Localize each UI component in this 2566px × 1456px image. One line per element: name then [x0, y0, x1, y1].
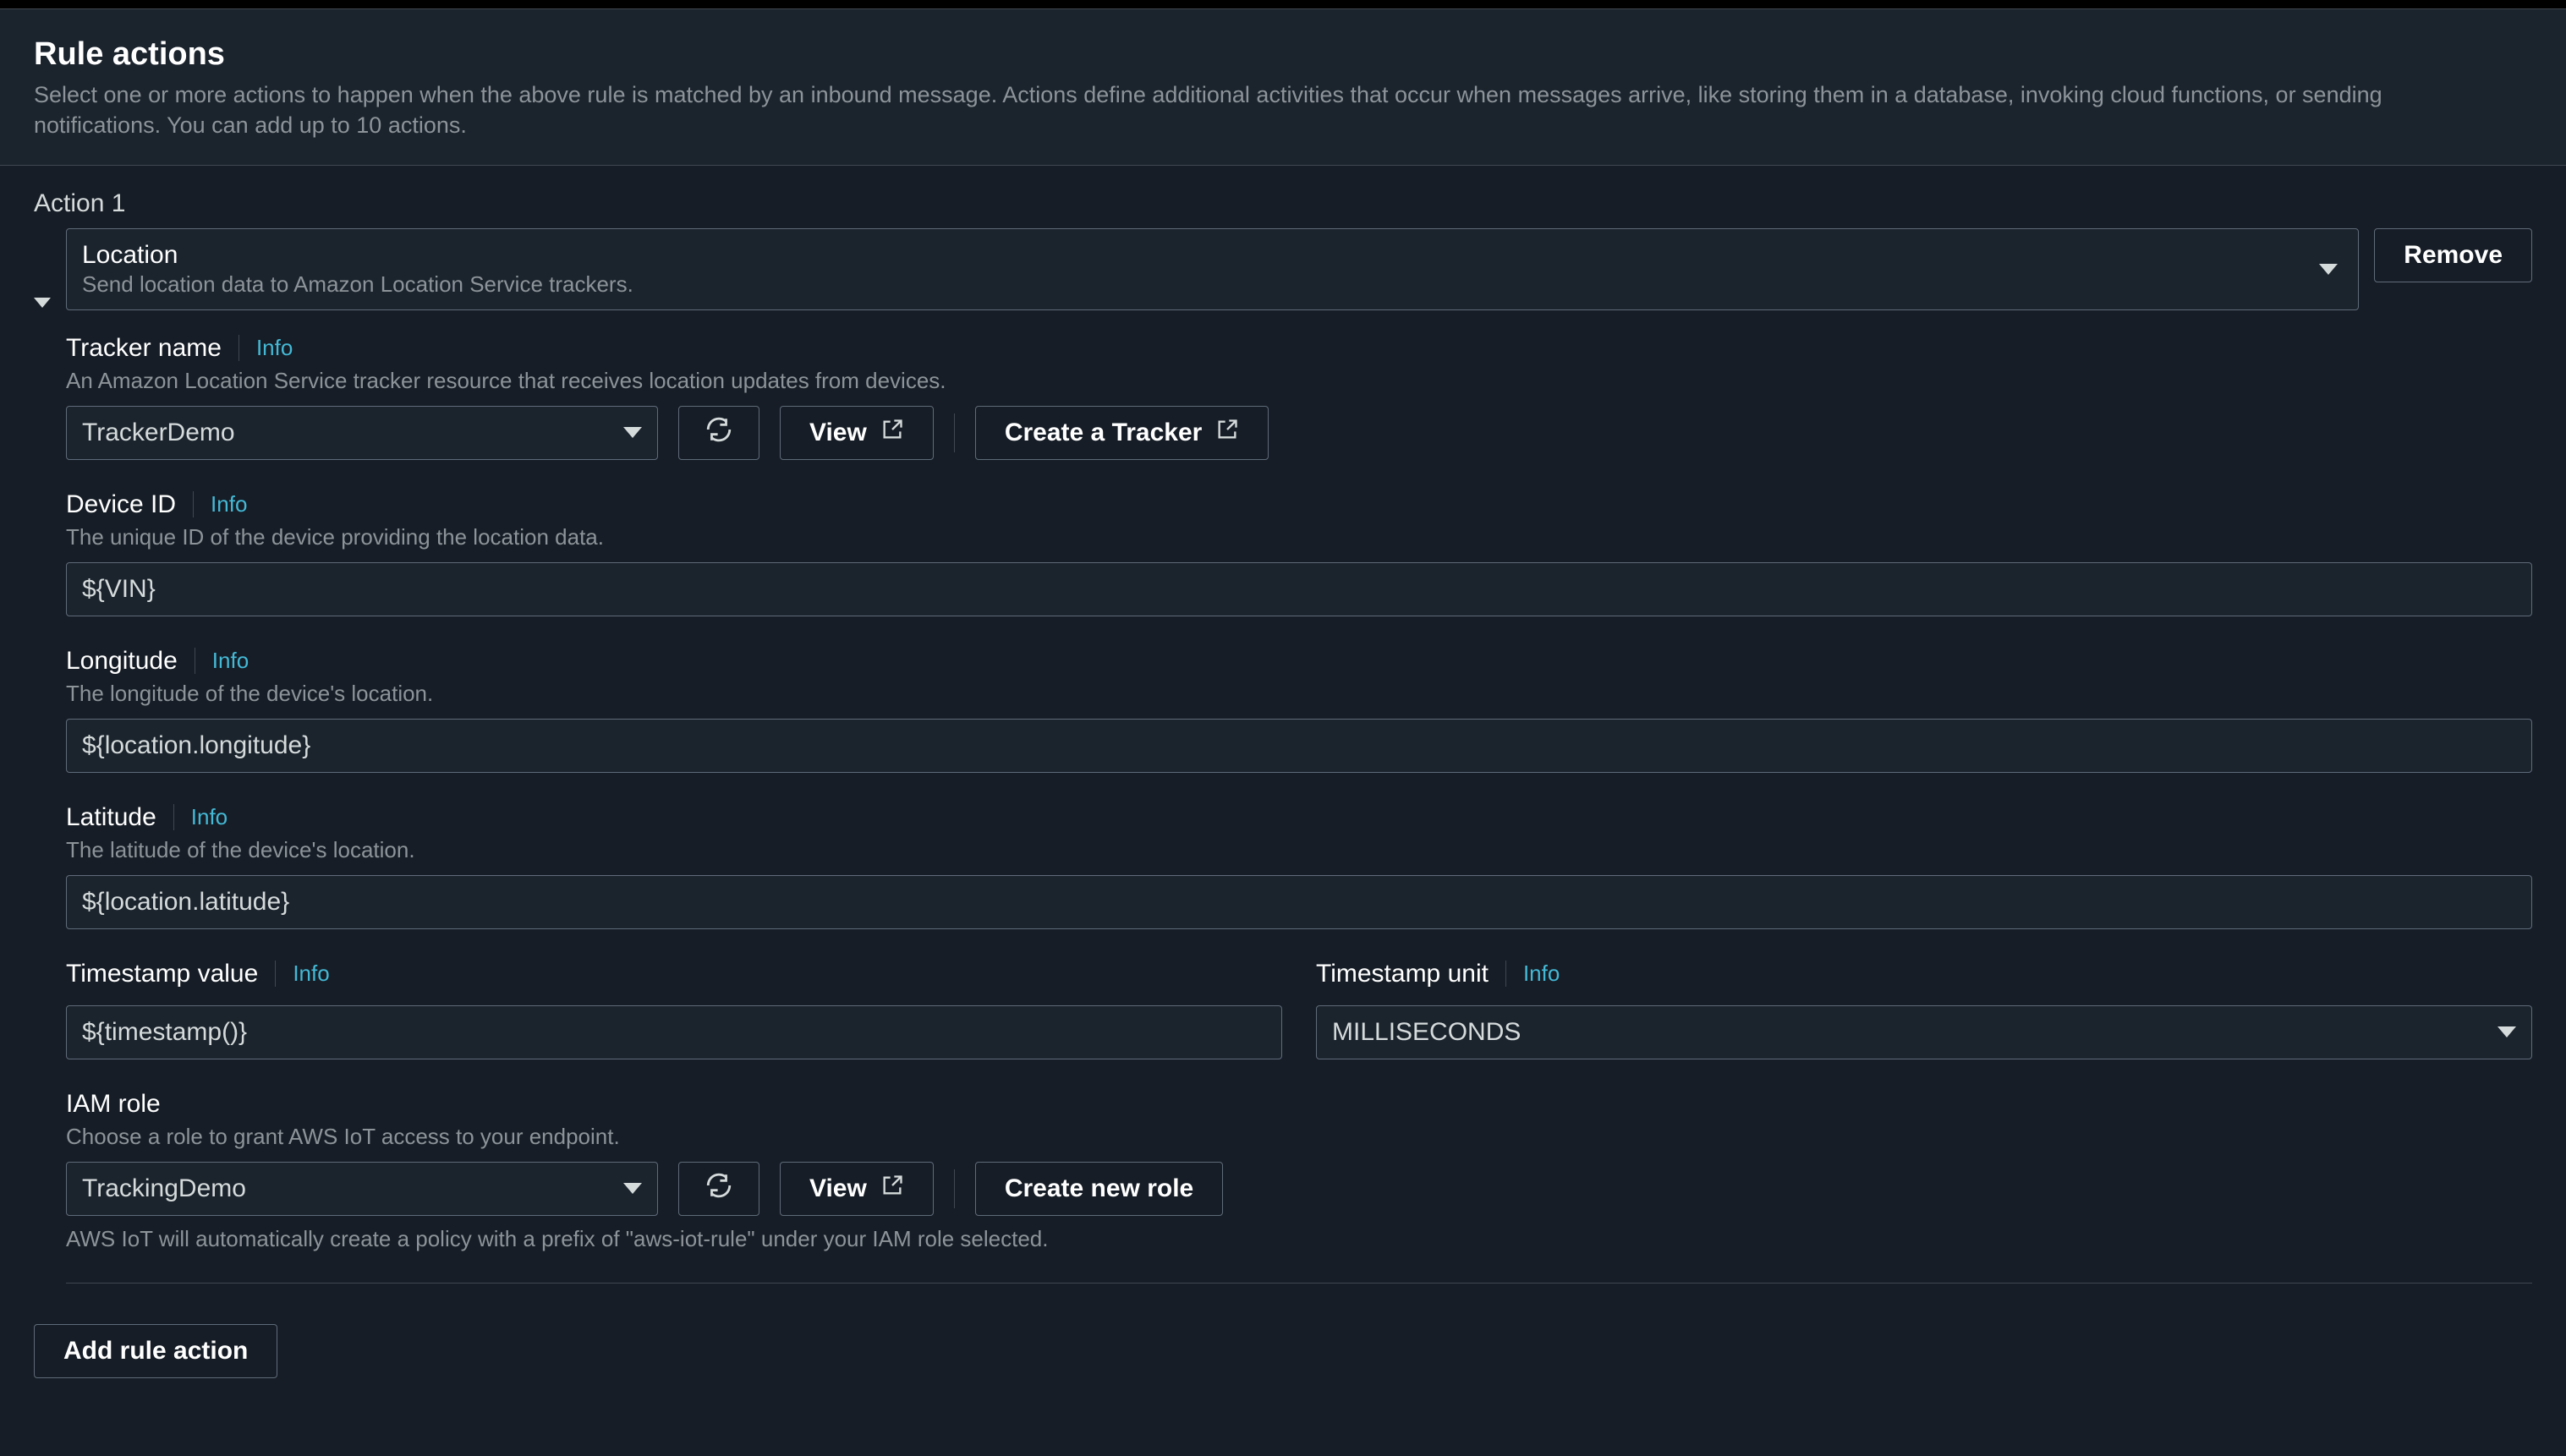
create-role-button[interactable]: Create new role	[975, 1162, 1223, 1216]
view-role-label: View	[809, 1174, 867, 1203]
chevron-down-icon	[2497, 1026, 2516, 1037]
external-link-icon	[1215, 418, 1239, 448]
timestamp-value-label: Timestamp value	[66, 960, 258, 988]
action-label: Action 1	[34, 189, 2532, 218]
view-tracker-label: View	[809, 419, 867, 447]
remove-action-button[interactable]: Remove	[2374, 228, 2532, 282]
iam-role-select[interactable]: TrackingDemo	[66, 1162, 658, 1216]
refresh-trackers-button[interactable]	[678, 406, 759, 460]
tracker-name-select[interactable]: TrackerDemo	[66, 406, 658, 460]
rule-actions-header-panel: Rule actions Select one or more actions …	[0, 8, 2566, 166]
longitude-field: Longitude Info The longitude of the devi…	[34, 647, 2532, 773]
view-role-button[interactable]: View	[780, 1162, 934, 1216]
longitude-input[interactable]	[66, 719, 2532, 773]
tracker-name-field: Tracker name Info An Amazon Location Ser…	[34, 334, 2532, 460]
timestamp-row: Timestamp value Info Timestamp unit Info…	[34, 960, 2532, 1059]
refresh-roles-button[interactable]	[678, 1162, 759, 1216]
tracker-name-description: An Amazon Location Service tracker resou…	[66, 368, 2532, 394]
rule-actions-body: Action 1 Location Send location data to …	[0, 166, 2566, 1412]
longitude-label: Longitude	[66, 647, 178, 676]
collapse-toggle-icon[interactable]	[34, 298, 51, 308]
timestamp-value-input[interactable]	[66, 1005, 1282, 1059]
timestamp-unit-label: Timestamp unit	[1316, 960, 1489, 988]
device-id-field: Device ID Info The unique ID of the devi…	[34, 490, 2532, 616]
longitude-info-link[interactable]: Info	[195, 648, 249, 674]
action-header-row: Location Send location data to Amazon Lo…	[34, 228, 2532, 310]
longitude-description: The longitude of the device's location.	[66, 681, 2532, 707]
tracker-name-label: Tracker name	[66, 334, 222, 363]
device-id-label: Device ID	[66, 490, 176, 519]
vertical-divider	[954, 413, 955, 452]
chevron-down-icon	[623, 427, 642, 438]
add-rule-action-button[interactable]: Add rule action	[34, 1324, 277, 1378]
iam-role-description: Choose a role to grant AWS IoT access to…	[66, 1124, 2532, 1150]
create-role-label: Create new role	[1005, 1174, 1193, 1203]
action-type-title: Location	[82, 241, 633, 270]
page-title: Rule actions	[34, 36, 2532, 73]
create-tracker-label: Create a Tracker	[1005, 419, 1203, 447]
latitude-input[interactable]	[66, 875, 2532, 929]
remove-button-label: Remove	[2404, 241, 2503, 270]
action-type-select[interactable]: Location Send location data to Amazon Lo…	[66, 228, 2359, 310]
chevron-down-icon	[2319, 264, 2338, 275]
chevron-down-icon	[623, 1183, 642, 1194]
timestamp-unit-select[interactable]: MILLISECONDS	[1316, 1005, 2532, 1059]
refresh-icon	[705, 415, 733, 451]
page-description: Select one or more actions to happen whe…	[34, 79, 2486, 141]
iam-role-field: IAM role Choose a role to grant AWS IoT …	[34, 1090, 2532, 1252]
device-id-input[interactable]	[66, 562, 2532, 616]
external-link-icon	[880, 418, 904, 448]
add-rule-action-label: Add rule action	[63, 1337, 248, 1366]
iam-role-label: IAM role	[66, 1090, 161, 1119]
timestamp-value-info-link[interactable]: Info	[275, 961, 329, 987]
create-tracker-button[interactable]: Create a Tracker	[975, 406, 1269, 460]
device-id-description: The unique ID of the device providing th…	[66, 524, 2532, 550]
iam-role-value: TrackingDemo	[82, 1174, 246, 1203]
vertical-divider	[954, 1169, 955, 1208]
window-chrome	[0, 0, 2566, 8]
timestamp-unit-value: MILLISECONDS	[1332, 1018, 1521, 1047]
action-type-subtitle: Send location data to Amazon Location Se…	[82, 271, 633, 298]
view-tracker-button[interactable]: View	[780, 406, 934, 460]
external-link-icon	[880, 1174, 904, 1204]
tracker-name-value: TrackerDemo	[82, 419, 235, 447]
latitude-info-link[interactable]: Info	[173, 804, 228, 830]
section-divider	[66, 1283, 2532, 1284]
latitude-description: The latitude of the device's location.	[66, 837, 2532, 863]
tracker-info-link[interactable]: Info	[239, 335, 293, 361]
device-id-info-link[interactable]: Info	[193, 491, 247, 517]
latitude-label: Latitude	[66, 803, 156, 832]
timestamp-value-field: Timestamp value Info	[66, 960, 1282, 1059]
refresh-icon	[705, 1171, 733, 1207]
timestamp-unit-info-link[interactable]: Info	[1505, 961, 1560, 987]
latitude-field: Latitude Info The latitude of the device…	[34, 803, 2532, 929]
timestamp-unit-field: Timestamp unit Info MILLISECONDS	[1316, 960, 2532, 1059]
iam-role-help: AWS IoT will automatically create a poli…	[66, 1226, 2532, 1252]
